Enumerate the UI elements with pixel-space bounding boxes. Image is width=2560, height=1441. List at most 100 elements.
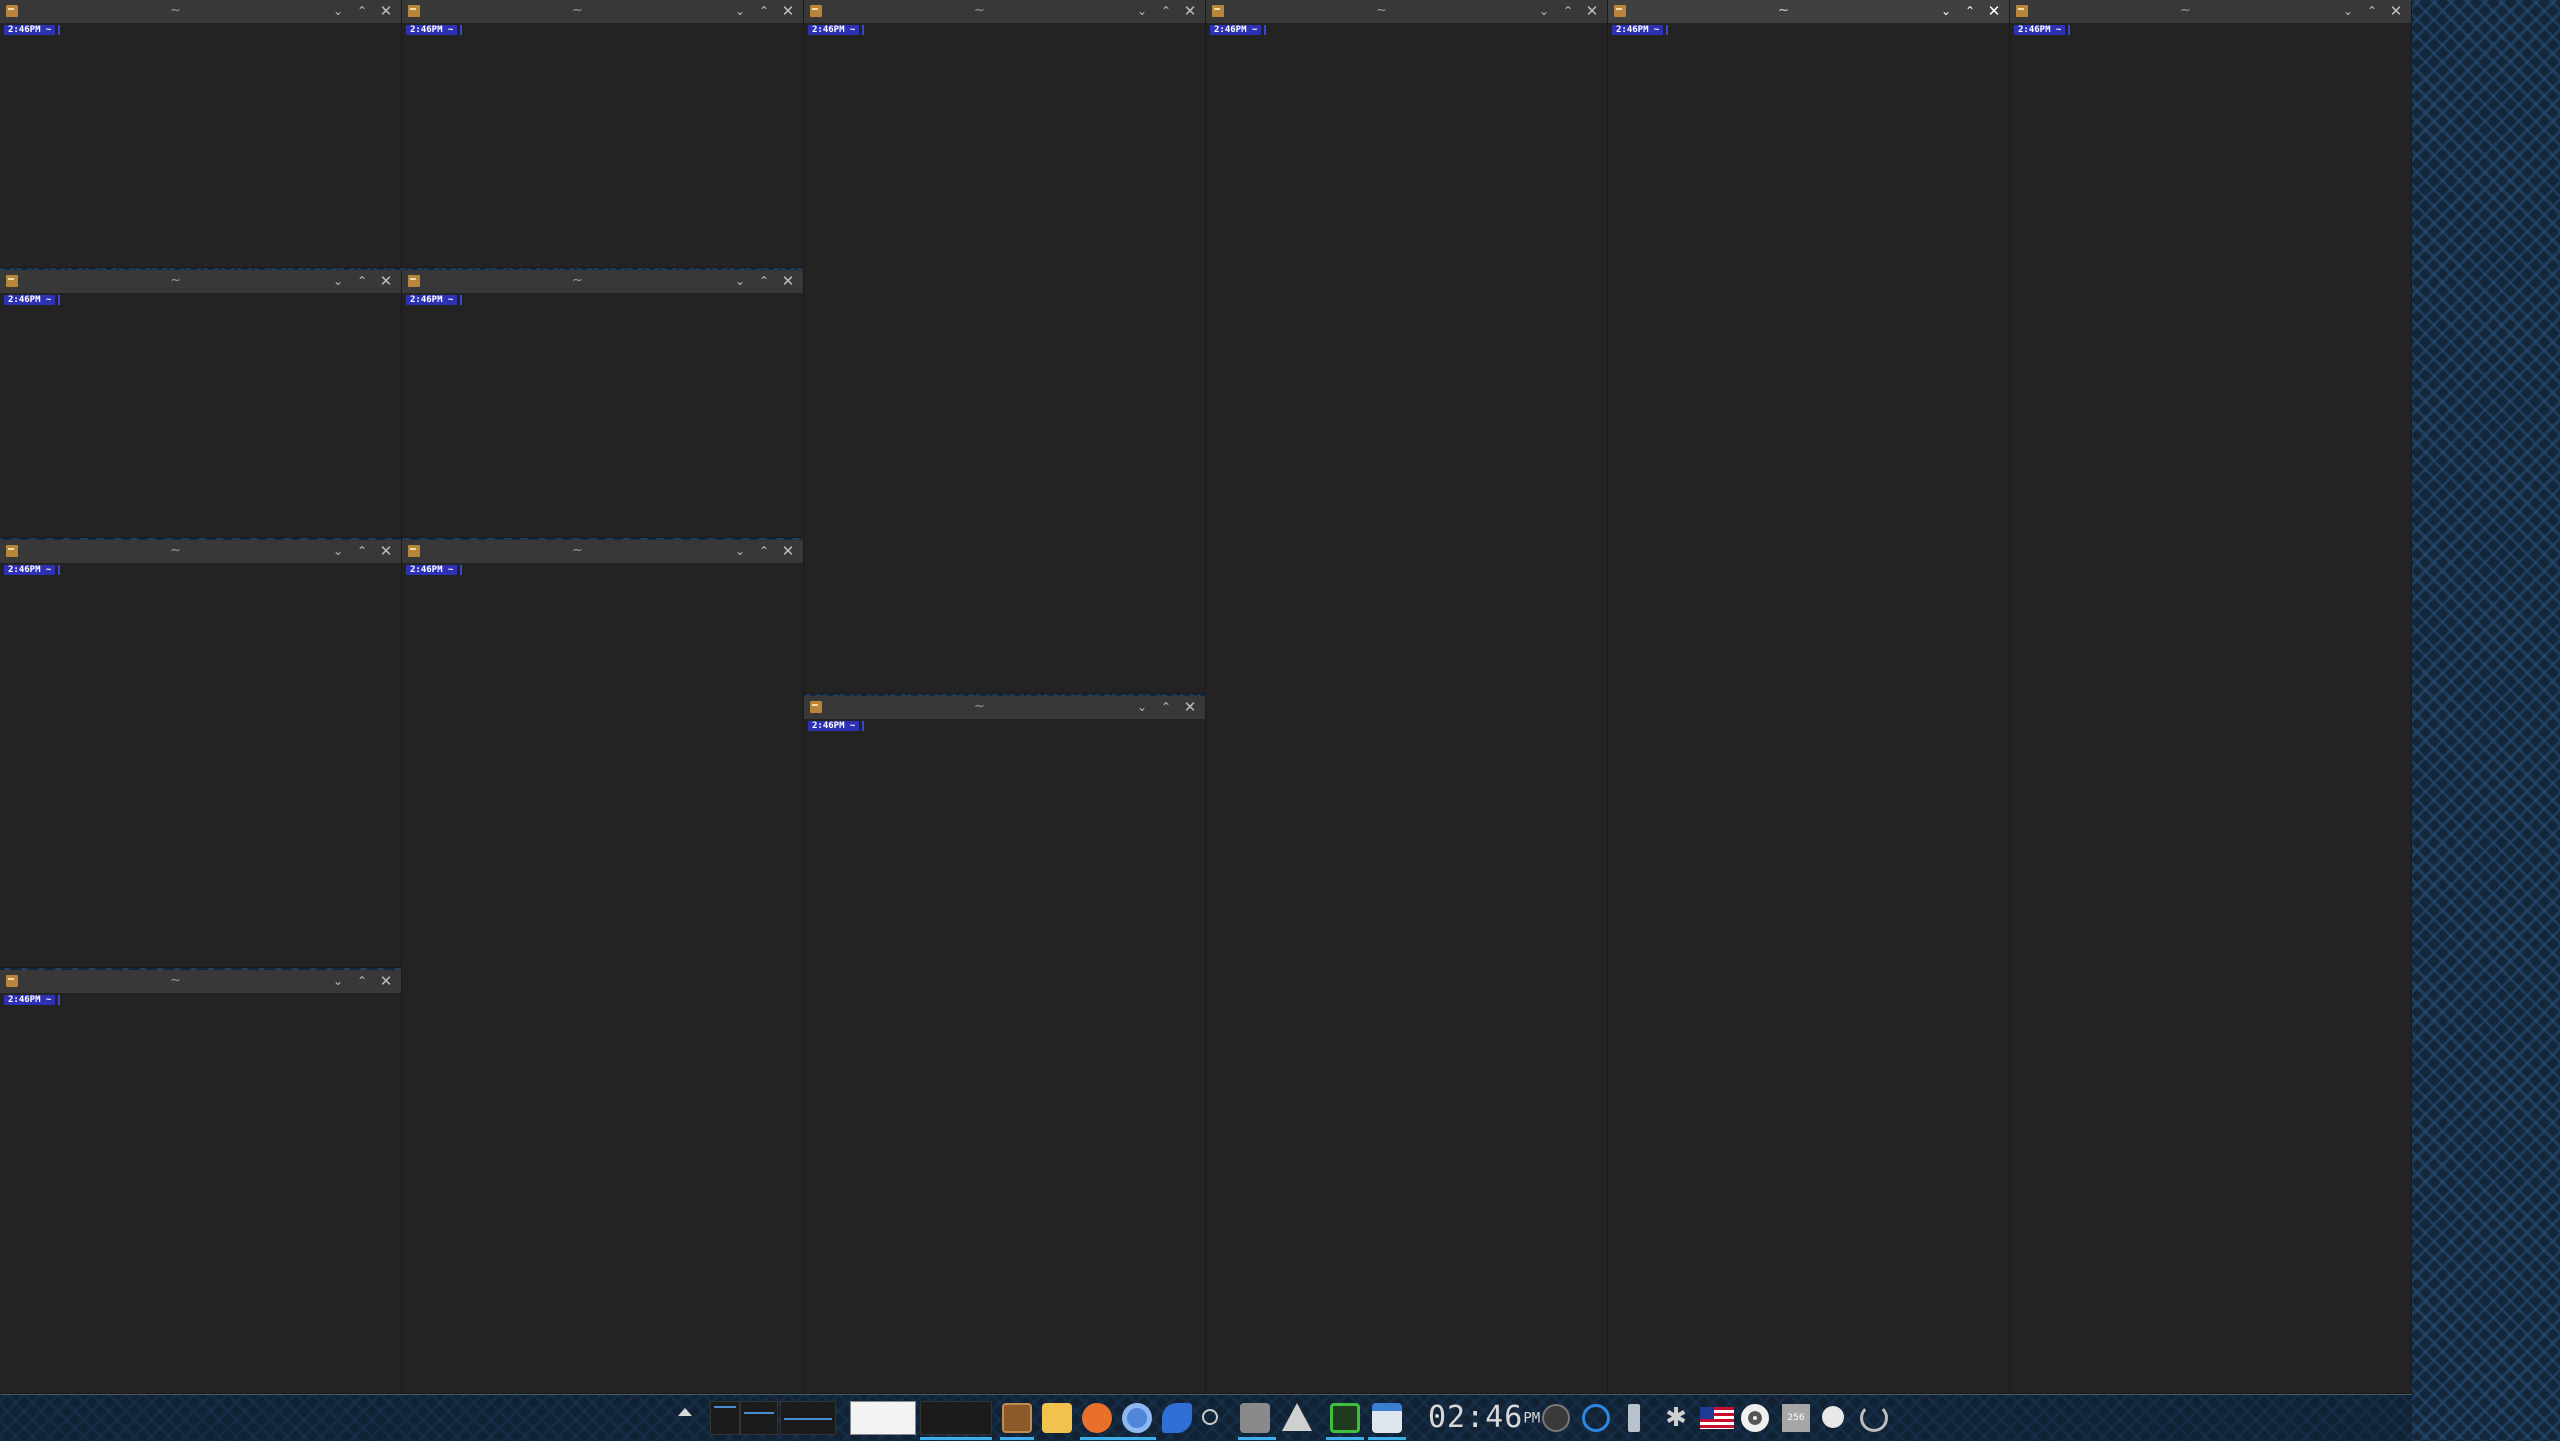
clock[interactable]: 02:46PM (1428, 1403, 1540, 1433)
terminal-window[interactable]: ~ ⌄ ⌃ ✕ 2:46PM ~ (0, 970, 402, 1394)
terminal-window[interactable]: ~ ⌄ ⌃ ✕ 2:46PM ~ (402, 540, 804, 1394)
close-button[interactable]: ✕ (777, 540, 799, 563)
maximize-button[interactable]: ⌃ (351, 0, 373, 23)
terminal-area[interactable]: 2:46PM ~ (402, 23, 803, 267)
terminal-area[interactable]: 2:46PM ~ (0, 23, 401, 267)
close-button[interactable]: ✕ (1983, 0, 2005, 23)
terminal-area[interactable]: 2:46PM ~ (804, 719, 1205, 1393)
close-button[interactable]: ✕ (375, 970, 397, 993)
desktop-pager-4[interactable] (850, 1401, 916, 1435)
window-titlebar[interactable]: ~ ⌄ ⌃ ✕ (804, 0, 1205, 23)
terminal-area[interactable]: 2:46PM ~ (0, 563, 401, 967)
volume-icon[interactable] (1542, 1404, 1570, 1432)
minimize-button[interactable]: ⌄ (729, 0, 751, 23)
desktop-pager-5[interactable] (920, 1401, 992, 1435)
close-button[interactable]: ✕ (375, 540, 397, 563)
terminal-window[interactable]: ~ ⌄ ⌃ ✕ 2:46PM ~ (804, 696, 1206, 1394)
us-flag-icon[interactable] (1700, 1407, 1734, 1429)
terminal-window[interactable]: ~ ⌄ ⌃ ✕ 2:46PM ~ (804, 0, 1206, 694)
maximize-button[interactable]: ⌃ (1155, 696, 1177, 719)
window-title: ~ (974, 699, 985, 714)
maximize-button[interactable]: ⌃ (753, 0, 775, 23)
terminal-window[interactable]: ~ ⌄ ⌃ ✕ 2:46PM ~ (1206, 0, 1608, 1394)
maximize-button[interactable]: ⌃ (1155, 0, 1177, 23)
terminal-window-active[interactable]: ~ ⌄ ⌃ ✕ 2:46PM ~ (1608, 0, 2010, 1394)
close-button[interactable]: ✕ (375, 0, 397, 23)
window-titlebar[interactable]: ~ ⌄ ⌃ ✕ (804, 696, 1205, 719)
window-titlebar[interactable]: ~ ⌄ ⌃ ✕ (0, 970, 401, 993)
window-titlebar[interactable]: ~ ⌄ ⌃ ✕ (402, 270, 803, 293)
terminal-icon[interactable] (1002, 1403, 1032, 1433)
window-titlebar[interactable]: ~ ⌄ ⌃ ✕ (402, 540, 803, 563)
minimize-button[interactable]: ⌄ (1131, 0, 1153, 23)
maximize-button[interactable]: ⌃ (753, 270, 775, 293)
dialog-icon[interactable] (1582, 1404, 1610, 1432)
terminal-window[interactable]: ~ ⌄ ⌃ ✕ 2:46PM ~ (0, 270, 402, 538)
maximize-button[interactable]: ⌃ (2361, 0, 2383, 23)
close-button[interactable]: ✕ (1581, 0, 1603, 23)
rocket-icon[interactable] (1162, 1403, 1192, 1433)
terminal-area[interactable]: 2:46PM ~ (804, 23, 1205, 693)
bulb-icon[interactable] (1822, 1406, 1844, 1428)
usb-icon[interactable] (1628, 1404, 1640, 1432)
terminal-area[interactable]: 2:46PM ~ (2010, 23, 2411, 1393)
close-button[interactable]: ✕ (1179, 0, 1201, 23)
arch-icon[interactable] (1282, 1403, 1312, 1431)
maximize-button[interactable]: ⌃ (1557, 0, 1579, 23)
window-titlebar[interactable]: ~ ⌄ ⌃ ✕ (2010, 0, 2411, 23)
terminal-area[interactable]: 2:46PM ~ (402, 293, 803, 537)
close-button[interactable]: ✕ (375, 270, 397, 293)
terminal-window[interactable]: ~ ⌄ ⌃ ✕ 2:46PM ~ (0, 540, 402, 968)
file-manager-icon[interactable] (1372, 1403, 1402, 1433)
window-titlebar[interactable]: ~ ⌄ ⌃ ✕ (1206, 0, 1607, 23)
activity-monitor-icon[interactable] (1330, 1403, 1360, 1433)
maximize-button[interactable]: ⌃ (1959, 0, 1981, 23)
terminal-icon (6, 275, 18, 287)
terminal-window[interactable]: ~ ⌄ ⌃ ✕ 2:46PM ~ (402, 0, 804, 268)
maximize-button[interactable]: ⌃ (351, 970, 373, 993)
window-titlebar[interactable]: ~ ⌄ ⌃ ✕ (1608, 0, 2009, 23)
minimize-button[interactable]: ⌄ (1131, 696, 1153, 719)
close-button[interactable]: ✕ (1179, 696, 1201, 719)
maximize-button[interactable]: ⌃ (753, 540, 775, 563)
minimize-button[interactable]: ⌄ (1533, 0, 1555, 23)
chromium-icon[interactable] (1122, 1403, 1152, 1433)
minimize-button[interactable]: ⌄ (327, 970, 349, 993)
terminal-area[interactable]: 2:46PM ~ (1206, 23, 1607, 1393)
minimize-button[interactable]: ⌄ (327, 0, 349, 23)
desktop-pager-3[interactable] (780, 1401, 836, 1435)
window-titlebar[interactable]: ~ ⌄ ⌃ ✕ (402, 0, 803, 23)
terminal-window[interactable]: ~ ⌄ ⌃ ✕ 2:46PM ~ (402, 270, 804, 538)
mail-icon[interactable] (1042, 1403, 1072, 1433)
window-titlebar[interactable]: ~ ⌄ ⌃ ✕ (0, 0, 401, 23)
scissors-icon[interactable] (1202, 1409, 1218, 1425)
terminal-window[interactable]: ~ ⌄ ⌃ ✕ 2:46PM ~ (2010, 0, 2412, 1394)
minimize-button[interactable]: ⌄ (327, 270, 349, 293)
disk-usage-icon[interactable]: 256 (1782, 1404, 1810, 1432)
firefox-icon[interactable] (1082, 1403, 1112, 1433)
desktop-pager-1[interactable] (710, 1401, 740, 1435)
close-button[interactable]: ✕ (777, 0, 799, 23)
desktop-pager-2[interactable] (740, 1401, 778, 1435)
power-icon[interactable] (1860, 1404, 1888, 1432)
window-titlebar[interactable]: ~ ⌄ ⌃ ✕ (0, 540, 401, 563)
bluetooth-icon[interactable]: ✱ (1662, 1404, 1690, 1432)
window-titlebar[interactable]: ~ ⌄ ⌃ ✕ (0, 270, 401, 293)
terminal-area[interactable]: 2:46PM ~ (1608, 23, 2009, 1393)
close-button[interactable]: ✕ (2385, 0, 2407, 23)
terminal-area[interactable]: 2:46PM ~ (0, 993, 401, 1393)
minimize-button[interactable]: ⌄ (327, 540, 349, 563)
chevron-up-icon[interactable] (678, 1408, 692, 1416)
terminal-area[interactable]: 2:46PM ~ (402, 563, 803, 1393)
minimize-button[interactable]: ⌄ (729, 540, 751, 563)
record-icon[interactable] (1741, 1404, 1769, 1432)
launcher-icon[interactable] (1240, 1403, 1270, 1433)
terminal-window[interactable]: ~ ⌄ ⌃ ✕ 2:46PM ~ (0, 0, 402, 268)
minimize-button[interactable]: ⌄ (729, 270, 751, 293)
minimize-button[interactable]: ⌄ (1935, 0, 1957, 23)
maximize-button[interactable]: ⌃ (351, 270, 373, 293)
maximize-button[interactable]: ⌃ (351, 540, 373, 563)
close-button[interactable]: ✕ (777, 270, 799, 293)
minimize-button[interactable]: ⌄ (2337, 0, 2359, 23)
terminal-area[interactable]: 2:46PM ~ (0, 293, 401, 537)
